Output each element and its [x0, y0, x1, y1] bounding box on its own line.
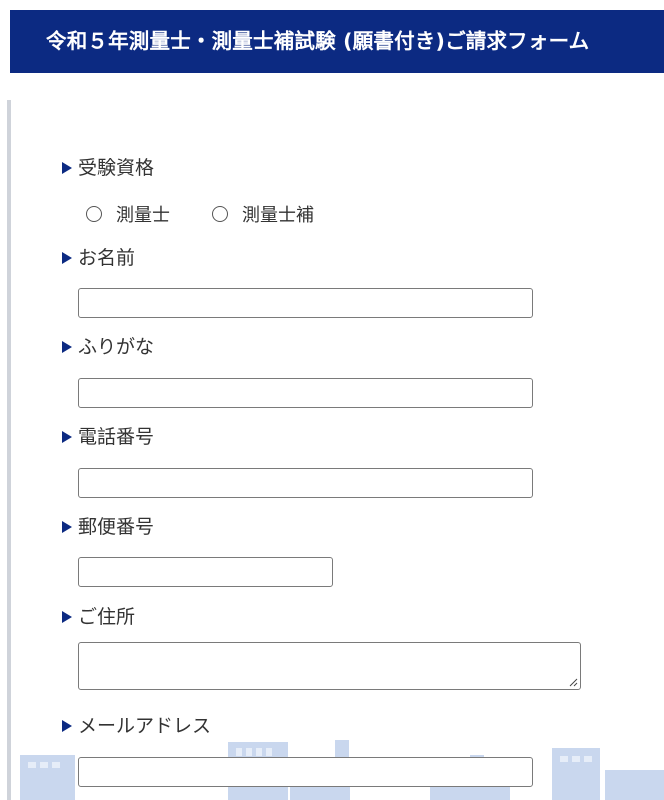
address-label: ご住所 [62, 605, 135, 629]
furigana-label: ふりがな [62, 335, 154, 359]
resize-handle-icon[interactable] [568, 677, 578, 687]
furigana-label-text: ふりがな [78, 336, 155, 358]
form-title-banner: 令和５年測量士・測量士補試験 (願書付き)ご請求フォーム [10, 10, 664, 73]
name-label: お名前 [62, 246, 135, 270]
email-label: メールアドレス [62, 714, 211, 738]
radio-option-sokuryoshi[interactable]: 測量士 [86, 201, 170, 227]
phone-label-text: 電話番号 [78, 426, 155, 448]
qualification-label-text: 受験資格 [78, 157, 155, 179]
triangle-bullet-icon [62, 252, 72, 264]
postal-code-input[interactable] [78, 557, 333, 587]
triangle-bullet-icon [62, 162, 72, 174]
email-label-text: メールアドレス [78, 715, 212, 737]
qualification-label: 受験資格 [62, 156, 154, 180]
qualification-radio-group: 測量士 測量士補 [86, 201, 356, 227]
address-label-text: ご住所 [78, 606, 136, 628]
furigana-input[interactable] [78, 378, 533, 408]
phone-input[interactable] [78, 468, 533, 498]
radio-option-sokuryoshiho[interactable]: 測量士補 [212, 201, 314, 227]
name-input[interactable] [78, 288, 533, 318]
triangle-bullet-icon [62, 720, 72, 732]
email-input[interactable] [78, 757, 533, 787]
left-border-rule [7, 100, 11, 800]
postal-code-label-text: 郵便番号 [78, 516, 155, 538]
radio-button[interactable] [212, 206, 228, 222]
triangle-bullet-icon [62, 521, 72, 533]
phone-label: 電話番号 [62, 425, 154, 449]
triangle-bullet-icon [62, 341, 72, 353]
radio-label: 測量士補 [242, 205, 314, 226]
page-title: 令和５年測量士・測量士補試験 (願書付き)ご請求フォーム [46, 29, 590, 53]
name-label-text: お名前 [78, 247, 136, 269]
radio-button[interactable] [86, 206, 102, 222]
address-textarea[interactable] [78, 642, 581, 690]
radio-label: 測量士 [116, 205, 170, 226]
triangle-bullet-icon [62, 611, 72, 623]
triangle-bullet-icon [62, 431, 72, 443]
postal-code-label: 郵便番号 [62, 515, 154, 539]
